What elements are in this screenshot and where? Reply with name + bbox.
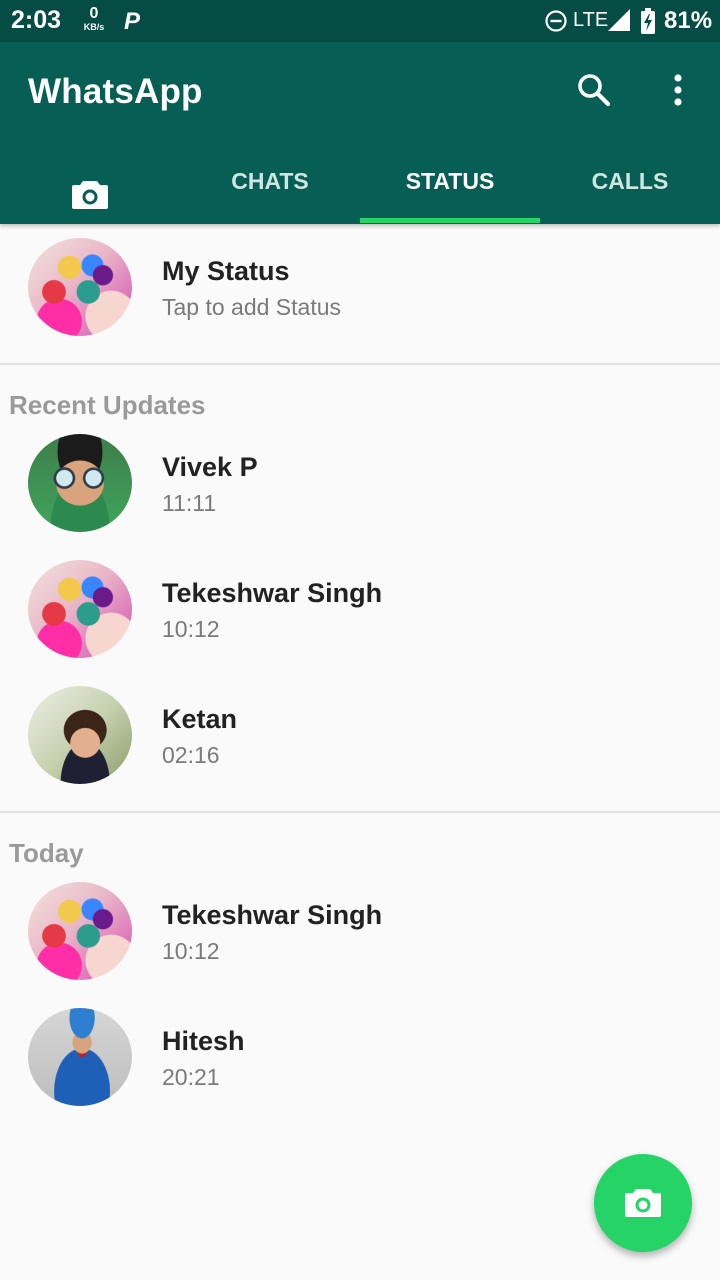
contact-name: Vivek P: [162, 452, 258, 482]
contact-name: Tekeshwar Singh: [162, 578, 383, 608]
app-indicator: P: [124, 8, 141, 35]
status-time: 10:12: [162, 616, 220, 642]
avatar: [28, 1008, 132, 1106]
my-status-row[interactable]: My Status Tap to add Status: [0, 224, 720, 350]
tab-camera[interactable]: [0, 144, 180, 224]
signal-icon: [608, 9, 630, 36]
my-status-subtitle: Tap to add Status: [162, 294, 342, 320]
status-time: 10:12: [162, 938, 220, 964]
contact-name: Ketan: [162, 704, 238, 734]
status-time: 11:11: [162, 490, 217, 516]
network-type: LTE: [573, 9, 609, 31]
avatar: [28, 686, 132, 784]
tab-chats[interactable]: CHATS: [180, 144, 360, 224]
more-options-button[interactable]: [662, 70, 694, 110]
status-row-hitesh[interactable]: Hitesh 20:21: [0, 994, 720, 1120]
battery-percentage: 81%: [664, 7, 713, 34]
search-button[interactable]: [574, 70, 614, 110]
dnd-icon: [544, 9, 568, 38]
avatar: [28, 434, 132, 532]
app-title: WhatsApp: [28, 72, 203, 111]
search-icon: [574, 74, 614, 114]
contact-name: Tekeshwar Singh: [162, 900, 383, 930]
more-vert-icon: [662, 74, 694, 114]
tab-status[interactable]: STATUS: [360, 144, 540, 224]
status-time: 20:21: [162, 1064, 220, 1090]
my-status-name: My Status: [162, 256, 290, 286]
status-time: 2:03: [11, 6, 62, 34]
recent-updates-heading: Recent Updates: [9, 390, 206, 420]
network-speed-unit: KB/s: [83, 22, 105, 32]
network-speed-value: 0: [89, 5, 99, 22]
status-row-ketan[interactable]: Ketan 02:16: [0, 672, 720, 798]
avatar: [28, 882, 132, 980]
status-row-tekeshwar-singh-today[interactable]: Tekeshwar Singh 10:12: [0, 868, 720, 994]
status-bar: 2:03 0 KB/s P LTE 81%: [0, 0, 720, 42]
battery-charging-icon: [640, 8, 656, 39]
tab-calls[interactable]: CALLS: [540, 144, 720, 224]
today-heading: Today: [9, 838, 84, 868]
divider: [0, 363, 720, 365]
avatar: [28, 238, 132, 336]
avatar: [28, 560, 132, 658]
contact-name: Hitesh: [162, 1026, 245, 1056]
tab-bar: CHATS STATUS CALLS: [0, 144, 720, 224]
active-tab-indicator: [360, 218, 540, 223]
divider: [0, 811, 720, 813]
app-bar: WhatsApp CHATS STATUS CALLS: [0, 42, 720, 224]
status-row-vivek-p[interactable]: Vivek P 11:11: [0, 420, 720, 546]
status-row-tekeshwar-singh[interactable]: Tekeshwar Singh 10:12: [0, 546, 720, 672]
status-time: 02:16: [162, 742, 220, 768]
camera-fab-button[interactable]: [594, 1154, 692, 1252]
network-speed: 0 KB/s: [80, 6, 108, 32]
